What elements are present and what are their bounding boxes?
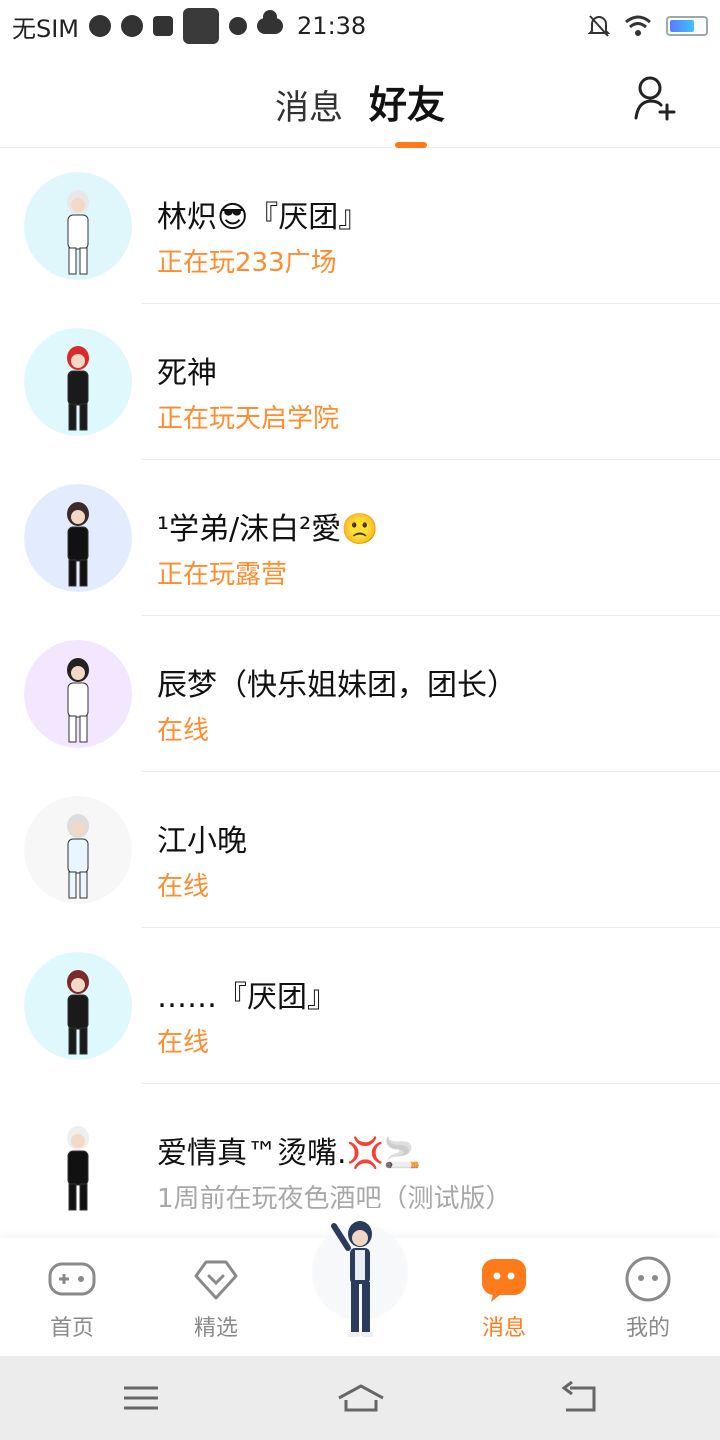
app-thumbnail-icon <box>183 8 220 44</box>
friend-avatar[interactable] <box>24 796 132 904</box>
browser-icon <box>89 15 112 37</box>
nav-messages-label: 消息 <box>481 1316 526 1341</box>
friend-avatar[interactable] <box>24 172 132 280</box>
nav-featured-label: 精选 <box>193 1316 238 1341</box>
tab-friends[interactable]: 好友 <box>369 74 445 129</box>
friend-name: 江小晚 <box>157 824 247 859</box>
friend-name: 辰梦（快乐姐妹团，团长） <box>157 668 517 703</box>
friend-row[interactable]: 辰梦（快乐姐妹团，团长） 在线 <box>0 616 720 772</box>
friend-status: 在线 <box>157 1028 210 1058</box>
friend-name: ……『厌团』 <box>157 980 337 1015</box>
cloud-icon <box>257 10 284 34</box>
menu-icon[interactable] <box>120 1378 164 1418</box>
friend-avatar[interactable] <box>24 640 132 748</box>
friend-row[interactable]: 江小晚 在线 <box>0 772 720 928</box>
top-header: 消息 好友 <box>0 52 720 148</box>
friend-row[interactable]: 林炽😎『厌团』正在玩233广场 <box>0 148 720 304</box>
friend-status: 正在玩天启学院 <box>157 404 340 434</box>
friend-avatar[interactable] <box>24 328 132 436</box>
center-character-avatar[interactable] <box>310 1212 410 1344</box>
heart-diamond-icon <box>194 1260 238 1300</box>
palette-icon <box>121 15 144 37</box>
friend-name: 死神 <box>157 356 217 391</box>
tab-messages[interactable]: 消息 <box>275 80 343 129</box>
friend-row[interactable]: ……『厌团』在线 <box>0 928 720 1084</box>
friend-name: 爱情真™烫嘴.💢🚬 <box>157 1136 422 1171</box>
carrier-label: 无SIM <box>12 14 80 43</box>
app-icon <box>153 16 174 36</box>
friend-avatar[interactable] <box>24 1108 132 1216</box>
system-nav-bar <box>0 1356 720 1440</box>
friends-list: 林炽😎『厌团』正在玩233广场死神正在玩天启学院 ¹学弟/沫白²愛🙁 正在玩露营辰梦… <box>0 148 720 1240</box>
face-icon <box>625 1256 671 1302</box>
friend-status: 正在玩233广场 <box>157 248 337 278</box>
back-icon[interactable] <box>558 1378 602 1418</box>
friend-name: ¹学弟/沫白²愛🙁 <box>157 512 379 547</box>
friend-avatar[interactable] <box>24 952 132 1060</box>
clock: 21:38 <box>297 12 367 40</box>
add-user-icon[interactable] <box>632 74 676 122</box>
friend-status: 在线 <box>157 872 210 902</box>
friend-status: 正在玩露营 <box>157 560 288 590</box>
nav-profile[interactable]: 我的 <box>598 1254 698 1342</box>
friend-row[interactable]: ¹学弟/沫白²愛🙁 正在玩露营 <box>0 460 720 616</box>
battery-icon <box>666 16 708 36</box>
friend-status: 在线 <box>157 716 210 746</box>
status-bar: 无SIM 21:38 <box>0 0 720 52</box>
nav-profile-label: 我的 <box>625 1316 670 1341</box>
nav-home-label: 首页 <box>49 1316 94 1341</box>
wifi-icon <box>625 15 651 36</box>
nav-featured[interactable]: 精选 <box>166 1254 266 1342</box>
friend-name: 林炽😎『厌团』 <box>157 200 369 235</box>
chat-bubble-icon <box>482 1259 526 1302</box>
nav-home[interactable]: 首页 <box>22 1254 122 1342</box>
tab-bar: 消息 好友 <box>0 74 720 129</box>
friend-row[interactable]: 死神 正在玩天启学院 <box>0 304 720 460</box>
gamepad-icon <box>48 1262 96 1296</box>
home-icon[interactable] <box>336 1378 386 1418</box>
friend-avatar[interactable] <box>24 484 132 592</box>
music-icon <box>229 17 248 35</box>
mute-bell-icon <box>588 15 610 37</box>
nav-messages[interactable]: 消息 <box>454 1254 554 1342</box>
friend-status: 1周前在玩夜色酒吧（测试版） <box>157 1184 512 1214</box>
